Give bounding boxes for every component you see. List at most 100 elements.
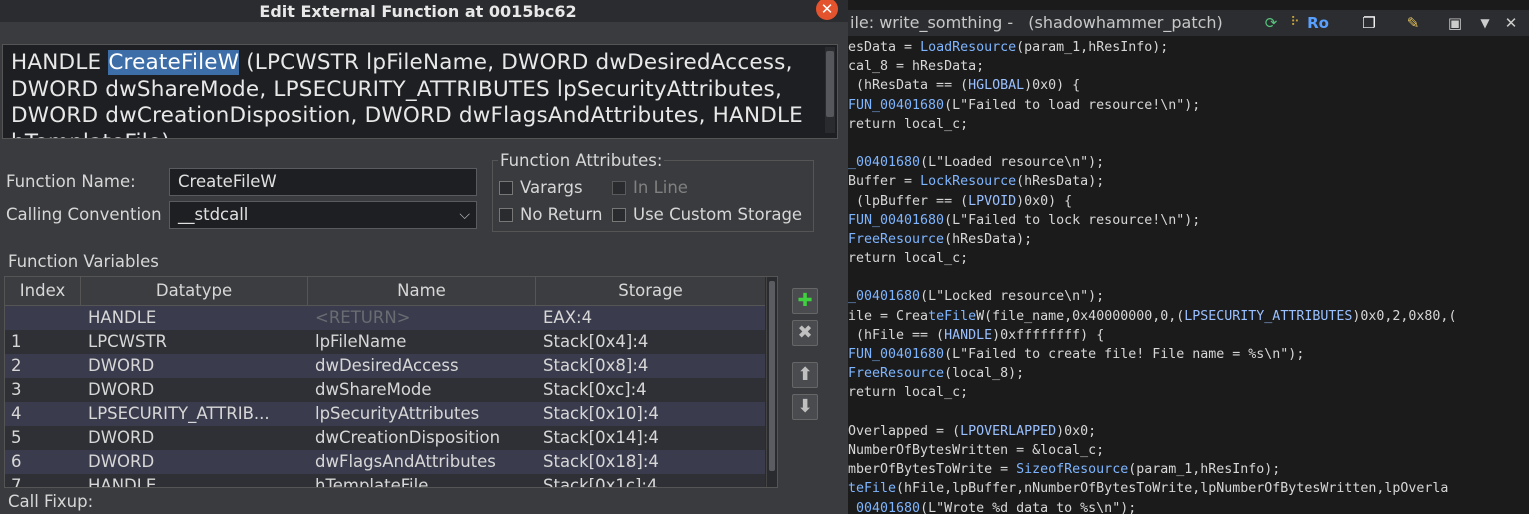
cell-storage[interactable]: Stack[0xc]:4 bbox=[543, 378, 759, 402]
table-row[interactable]: 7 HANDLE hTemplateFile Stack[0x1c]:4 bbox=[5, 474, 765, 487]
signature-editor[interactable]: HANDLE CreateFileW (LPCWSTR lpFileName, … bbox=[2, 44, 838, 139]
cell-storage[interactable]: EAX:4 bbox=[543, 306, 759, 330]
refresh-icon[interactable]: ⟳ bbox=[1262, 14, 1280, 32]
cell-index[interactable]: 4 bbox=[11, 402, 77, 426]
code-line[interactable] bbox=[848, 268, 1529, 287]
code-line[interactable]: ile = CreateFileW(file_name,0x40000000,0… bbox=[848, 307, 1529, 326]
code-line[interactable]: cal_8 = hResData; bbox=[848, 57, 1529, 76]
code-line[interactable]: FUN_00401680(L"Failed to load resource!\… bbox=[848, 96, 1529, 115]
code-line[interactable]: FUN_00401680(L"Failed to lock resource!\… bbox=[848, 211, 1529, 230]
code-line[interactable]: return local_c; bbox=[848, 115, 1529, 134]
cell-index[interactable]: 2 bbox=[11, 354, 77, 378]
column-header-name[interactable]: Name bbox=[308, 277, 536, 305]
cell-index[interactable]: 6 bbox=[11, 450, 77, 474]
code-line[interactable]: FreeResource(local_8); bbox=[848, 364, 1529, 383]
cell-datatype[interactable]: HANDLE bbox=[88, 474, 302, 487]
cell-index[interactable]: 7 bbox=[11, 474, 77, 487]
code-line[interactable]: (lpBuffer == (LPVOID)0x0) { bbox=[848, 192, 1529, 211]
decompiler-scrollbar[interactable] bbox=[1519, 38, 1529, 514]
close-panel-icon[interactable]: ✕ bbox=[1502, 14, 1520, 32]
code-line[interactable]: _00401680(L"Loaded resource\n"); bbox=[848, 153, 1529, 172]
signature-text[interactable]: HANDLE CreateFileW (LPCWSTR lpFileName, … bbox=[11, 50, 811, 138]
cell-datatype[interactable]: DWORD bbox=[88, 450, 302, 474]
cell-index[interactable]: 5 bbox=[11, 426, 77, 450]
cell-storage[interactable]: Stack[0x18]:4 bbox=[543, 450, 759, 474]
cell-datatype[interactable]: DWORD bbox=[88, 378, 302, 402]
snapshot-icon[interactable]: ▣ bbox=[1446, 14, 1464, 32]
signature-scroll-thumb[interactable] bbox=[826, 51, 834, 117]
cell-name[interactable]: <RETURN> bbox=[315, 306, 531, 330]
table-row[interactable]: 6 DWORD dwFlagsAndAttributes Stack[0x18]:4 bbox=[5, 450, 765, 474]
decompiler-header: ile: write_somthing - (shadowhammer_patc… bbox=[848, 10, 1529, 36]
no-return-checkbox[interactable]: No Return bbox=[499, 205, 602, 224]
table-row[interactable]: 4 LPSECURITY_ATTRIB... lpSecurityAttribute… bbox=[5, 402, 765, 426]
code-line[interactable] bbox=[848, 134, 1529, 153]
column-header-storage[interactable]: Storage bbox=[536, 277, 765, 305]
edit-icon[interactable]: ✎ bbox=[1404, 14, 1422, 32]
code-line[interactable]: _00401680(L"Locked resource\n"); bbox=[848, 287, 1529, 306]
code-line[interactable]: Overlapped = (LPOVERLAPPED)0x0; bbox=[848, 422, 1529, 441]
code-line[interactable]: (hFile == (HANDLE)0xffffffff) { bbox=[848, 326, 1529, 345]
table-row[interactable]: 5 DWORD dwCreationDisposition Stack[0x14]:4 bbox=[5, 426, 765, 450]
code-line[interactable]: _00401680(L"Wrote %d data to %s\n"); bbox=[848, 499, 1529, 514]
code-line[interactable]: FUN_00401680(L"Failed to create file! Fi… bbox=[848, 345, 1529, 364]
cell-name[interactable]: dwCreationDisposition bbox=[315, 426, 531, 450]
cell-index[interactable]: 3 bbox=[11, 378, 77, 402]
function-name-input[interactable]: CreateFileW bbox=[169, 168, 477, 196]
copy-icon[interactable]: ❐ bbox=[1360, 14, 1378, 32]
calling-convention-select[interactable]: __stdcall ⌵ bbox=[169, 201, 477, 229]
cell-datatype[interactable]: LPCWSTR bbox=[88, 330, 302, 354]
custom-storage-checkbox[interactable]: Use Custom Storage bbox=[612, 205, 802, 224]
cell-datatype[interactable]: DWORD bbox=[88, 426, 302, 450]
code-line[interactable]: teFile(hFile,lpBuffer,nNumberOfBytesToWr… bbox=[848, 479, 1529, 498]
variables-table[interactable]: Index Datatype Name Storage HANDLE <RETUR… bbox=[4, 276, 778, 488]
column-header-datatype[interactable]: Datatype bbox=[81, 277, 308, 305]
cell-datatype[interactable]: DWORD bbox=[88, 354, 302, 378]
table-scroll-thumb[interactable] bbox=[769, 281, 775, 471]
cell-name[interactable]: dwShareMode bbox=[315, 378, 531, 402]
cell-storage[interactable]: Stack[0x4]:4 bbox=[543, 330, 759, 354]
checkbox-box bbox=[499, 207, 513, 222]
cell-index[interactable]: 1 bbox=[11, 330, 77, 354]
table-row[interactable]: HANDLE <RETURN> EAX:4 bbox=[5, 306, 765, 330]
code-line[interactable]: esData = LoadResource(param_1,hResInfo); bbox=[848, 38, 1529, 57]
code-line[interactable]: mberOfBytesToWrite = SizeofResource(para… bbox=[848, 460, 1529, 479]
cell-storage[interactable]: Stack[0x1c]:4 bbox=[543, 474, 759, 487]
code-line[interactable]: (hResData == (HGLOBAL)0x0) { bbox=[848, 76, 1529, 95]
varargs-label: Varargs bbox=[520, 178, 583, 197]
read-only-toggle[interactable]: Ro bbox=[1306, 14, 1330, 32]
table-row[interactable]: 1 LPCWSTR lpFileName Stack[0x4]:4 bbox=[5, 330, 765, 354]
code-line[interactable]: return local_c; bbox=[848, 383, 1529, 402]
code-line[interactable]: NumberOfBytesWritten = &local_c; bbox=[848, 441, 1529, 460]
graph-icon[interactable]: ⠗ bbox=[1286, 14, 1304, 32]
dialog-titlebar[interactable]: Edit External Function at 0015bc62 ✕ bbox=[0, 0, 848, 22]
table-scrollbar[interactable] bbox=[766, 277, 777, 487]
cell-storage[interactable]: Stack[0x8]:4 bbox=[543, 354, 759, 378]
cell-name[interactable]: lpSecurityAttributes bbox=[315, 402, 531, 426]
remove-variable-button[interactable]: ✖ bbox=[792, 320, 818, 346]
cell-name[interactable]: dwFlagsAndAttributes bbox=[315, 450, 531, 474]
table-row[interactable]: 2 DWORD dwDesiredAccess Stack[0x8]:4 bbox=[5, 354, 765, 378]
move-up-button[interactable]: ⬆ bbox=[792, 362, 818, 388]
cell-name[interactable]: hTemplateFile bbox=[315, 474, 531, 487]
dialog-title: Edit External Function at 0015bc62 bbox=[259, 2, 577, 21]
cell-datatype[interactable]: HANDLE bbox=[88, 306, 302, 330]
column-header-index[interactable]: Index bbox=[5, 277, 81, 305]
move-down-button[interactable]: ⬇ bbox=[792, 394, 818, 420]
decompiled-code[interactable]: esData = LoadResource(param_1,hResInfo);… bbox=[848, 38, 1529, 514]
table-row[interactable]: 3 DWORD dwShareMode Stack[0xc]:4 bbox=[5, 378, 765, 402]
varargs-checkbox[interactable]: Varargs bbox=[499, 178, 583, 197]
signature-scrollbar[interactable] bbox=[825, 47, 835, 133]
add-variable-button[interactable]: ✚ bbox=[792, 288, 818, 314]
cell-name[interactable]: dwDesiredAccess bbox=[315, 354, 531, 378]
custom-storage-label: Use Custom Storage bbox=[633, 205, 803, 224]
code-line[interactable]: Buffer = LockResource(hResData); bbox=[848, 172, 1529, 191]
cell-name[interactable]: lpFileName bbox=[315, 330, 531, 354]
menu-dropdown-icon[interactable]: ▼ bbox=[1476, 14, 1494, 32]
cell-storage[interactable]: Stack[0x10]:4 bbox=[543, 402, 759, 426]
code-line[interactable]: return local_c; bbox=[848, 249, 1529, 268]
cell-storage[interactable]: Stack[0x14]:4 bbox=[543, 426, 759, 450]
code-line[interactable] bbox=[848, 403, 1529, 422]
cell-datatype[interactable]: LPSECURITY_ATTRIB... bbox=[88, 402, 302, 426]
code-line[interactable]: FreeResource(hResData); bbox=[848, 230, 1529, 249]
